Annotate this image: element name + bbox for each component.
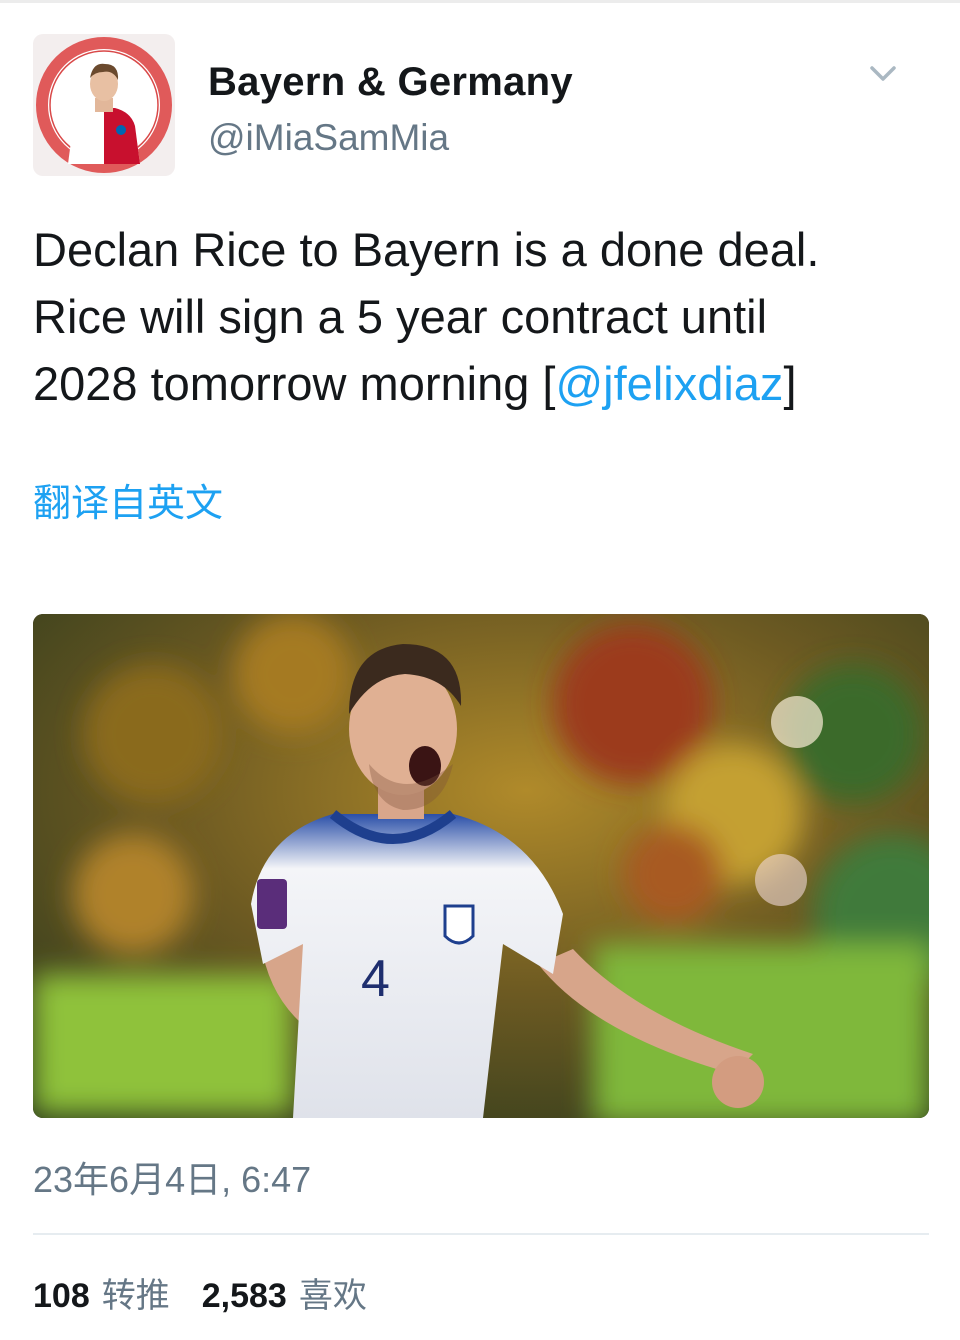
translate-link[interactable]: 翻译自英文	[33, 478, 223, 530]
tweet-text-line: 2028 tomorrow morning [@jfelixdiaz]	[33, 350, 933, 417]
likes-count[interactable]: 2,583	[202, 1272, 287, 1320]
author-display-name[interactable]: Bayern & Germany	[208, 58, 573, 106]
tweet-text-segment: 2028 tomorrow morning [	[33, 357, 556, 410]
tweet-text-line: Rice will sign a 5 year contract until	[33, 290, 768, 343]
tweet-stats: 108 转推 2,583 喜欢	[33, 1272, 399, 1320]
tweet-timestamp[interactable]: 23年6月4日, 6:47	[33, 1156, 311, 1204]
tweet-media-image[interactable]: 4	[33, 614, 929, 1118]
author-info: Bayern & Germany @iMiaSamMia	[208, 58, 573, 162]
author-handle[interactable]: @iMiaSamMia	[208, 114, 573, 162]
tweet-card: Bayern & Germany @iMiaSamMia Declan Rice…	[0, 0, 960, 1340]
top-divider	[0, 0, 960, 3]
retweets-label[interactable]: 转推	[102, 1272, 170, 1320]
stats-divider	[33, 1233, 929, 1235]
tweet-text-segment: ]	[783, 357, 797, 410]
author-avatar[interactable]	[33, 34, 175, 176]
jersey-number: 4	[361, 950, 390, 1008]
retweets-count[interactable]: 108	[33, 1272, 90, 1320]
tweet-text-line: Declan Rice to Bayern is a done deal.	[33, 223, 820, 276]
tweet-text: Declan Rice to Bayern is a done deal. Ri…	[33, 216, 933, 417]
mention-link[interactable]: @jfelixdiaz	[555, 357, 783, 410]
chevron-down-icon[interactable]	[866, 58, 900, 88]
likes-label[interactable]: 喜欢	[299, 1272, 367, 1320]
